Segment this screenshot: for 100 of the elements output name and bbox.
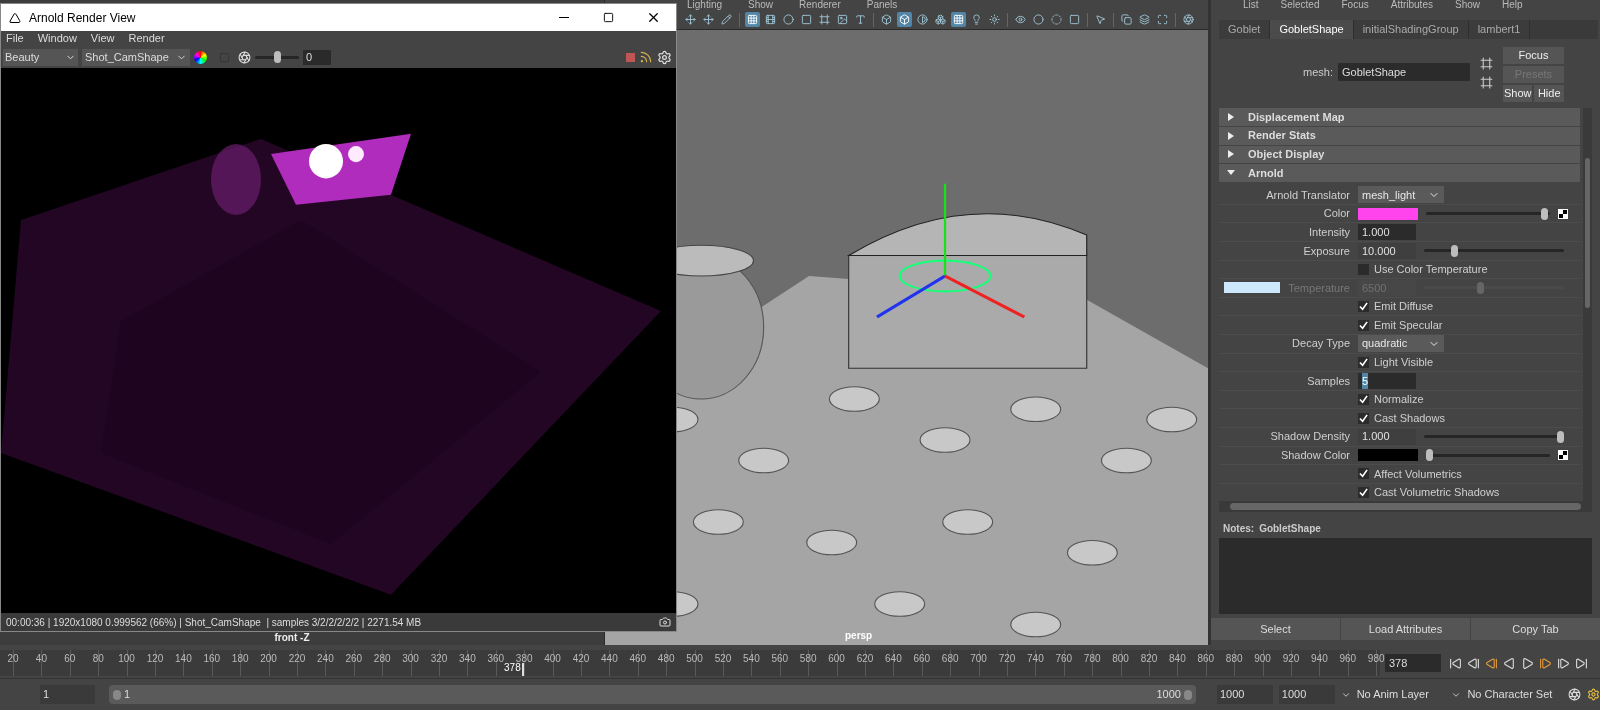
aperture-icon[interactable]: [1568, 688, 1582, 701]
anim-layer-dropdown[interactable]: No Anim Layer: [1340, 685, 1446, 704]
slider[interactable]: [1424, 429, 1564, 444]
range-start-field[interactable]: 1: [40, 685, 95, 704]
slider-handle[interactable]: [1557, 430, 1564, 443]
button[interactable]: Load Attributes: [1341, 618, 1470, 640]
circles-tool[interactable]: [1031, 12, 1046, 27]
snapshot-icon[interactable]: [659, 616, 671, 628]
checker-icon[interactable]: [1558, 450, 1568, 461]
aperture-icon[interactable]: [238, 50, 251, 64]
section-header[interactable]: Displacement Map: [1219, 108, 1580, 126]
go-to-start-icon[interactable]: [1449, 656, 1462, 670]
slider[interactable]: [1424, 243, 1564, 258]
previous-key-icon[interactable]: [1485, 656, 1498, 670]
button[interactable]: Show: [1502, 85, 1533, 102]
grid-tool[interactable]: [745, 12, 760, 27]
number-field[interactable]: 1.000: [1358, 224, 1416, 241]
move-tool[interactable]: [683, 12, 698, 27]
checkbox[interactable]: [1358, 319, 1369, 331]
feed-icon[interactable]: [639, 50, 653, 64]
shadow-tool[interactable]: [987, 12, 1002, 27]
copy-tool[interactable]: [1119, 12, 1134, 27]
section-header[interactable]: Arnold: [1219, 164, 1580, 183]
scrollbar[interactable]: [1219, 501, 1592, 512]
dropdown[interactable]: mesh_light: [1358, 186, 1444, 204]
slider-handle[interactable]: [1426, 449, 1433, 462]
menu-item[interactable]: Focus: [1341, 0, 1369, 10]
cube-tool[interactable]: [879, 12, 894, 27]
play-icon[interactable]: [1521, 656, 1534, 670]
checkbox[interactable]: [1358, 468, 1369, 480]
go-to-end-icon[interactable]: [1575, 656, 1588, 670]
dropdown[interactable]: quadratic: [1358, 335, 1444, 353]
checkbox[interactable]: [1358, 263, 1369, 275]
exposure-field[interactable]: 0: [303, 49, 331, 65]
aperture-tool[interactable]: [1181, 12, 1196, 27]
step-back-icon[interactable]: [1467, 656, 1480, 670]
button[interactable]: Focus: [1502, 47, 1564, 64]
section-header[interactable]: Render Stats: [1219, 126, 1580, 145]
menu-item[interactable]: Render: [128, 30, 165, 47]
settings-icon[interactable]: [1587, 688, 1600, 701]
range-slider[interactable]: 1 1000: [108, 685, 1196, 704]
checker-tool[interactable]: [951, 12, 966, 27]
number-field[interactable]: 1.000: [1358, 428, 1416, 445]
button[interactable]: Hide: [1534, 85, 1564, 102]
settings-icon[interactable]: [657, 49, 672, 65]
pencil-tool[interactable]: [719, 12, 734, 27]
range-end-field[interactable]: 1000: [1216, 685, 1273, 704]
menu-item[interactable]: View: [90, 30, 115, 47]
move-gizmo-drawing[interactable]: [876, 183, 1026, 319]
layers-tool[interactable]: [1137, 12, 1152, 27]
menu-item[interactable]: List: [1243, 0, 1259, 10]
select-tool[interactable]: [1093, 12, 1108, 27]
slider[interactable]: [1426, 448, 1550, 463]
slider[interactable]: [1426, 206, 1550, 221]
square-tool[interactable]: [799, 12, 814, 27]
circle-tool[interactable]: [781, 12, 796, 27]
slider[interactable]: [255, 50, 299, 64]
tab[interactable]: GobletShape: [1270, 20, 1354, 39]
image-tool[interactable]: [835, 12, 850, 27]
number-field[interactable]: 5: [1358, 372, 1416, 389]
film-tool[interactable]: [763, 12, 778, 27]
menu-item[interactable]: Attributes: [1390, 0, 1433, 10]
next-key-icon[interactable]: [1539, 656, 1552, 670]
half-circle-tool[interactable]: [915, 12, 930, 27]
step-forward-icon[interactable]: [1557, 656, 1570, 670]
slider-handle[interactable]: [1540, 207, 1548, 220]
checkbox[interactable]: [1358, 487, 1369, 498]
menu-item[interactable]: Selected: [1280, 0, 1320, 10]
checkbox[interactable]: [1358, 301, 1369, 313]
node-name-field[interactable]: GobletShape: [1337, 63, 1470, 81]
wire-cube-tool[interactable]: [933, 12, 948, 27]
checkbox[interactable]: [1358, 394, 1369, 405]
color-swatch[interactable]: [1358, 207, 1418, 220]
menu-item[interactable]: Show: [748, 0, 774, 10]
checker-icon[interactable]: [1558, 208, 1568, 219]
play-backward-icon[interactable]: [1503, 656, 1516, 670]
slider-handle[interactable]: [1450, 244, 1458, 257]
menu-item[interactable]: Lighting: [687, 0, 723, 10]
button[interactable]: Copy Tab: [1471, 618, 1600, 640]
scrollbar[interactable]: [1583, 108, 1592, 501]
current-frame-field[interactable]: 378: [1385, 654, 1441, 672]
menu-item[interactable]: Renderer: [799, 0, 841, 10]
character-set-dropdown[interactable]: No Character Set: [1451, 685, 1567, 704]
slider-handle[interactable]: [273, 51, 281, 63]
number-field[interactable]: 10.000: [1358, 242, 1416, 259]
color-swatch[interactable]: [1358, 449, 1418, 462]
notes-field[interactable]: [1219, 538, 1592, 614]
color-wheel-icon[interactable]: [194, 50, 207, 64]
menu-item[interactable]: Help: [1502, 0, 1523, 10]
checkbox[interactable]: [1358, 412, 1369, 424]
menu-item[interactable]: Panels: [866, 0, 898, 10]
menu-item[interactable]: File: [6, 30, 24, 47]
button[interactable]: Select: [1211, 618, 1340, 640]
range-end-field[interactable]: 1000: [1278, 685, 1335, 704]
menu-item[interactable]: Window: [37, 30, 77, 47]
menu-item[interactable]: Show: [1454, 0, 1480, 10]
dark-square-tool[interactable]: [1067, 12, 1082, 27]
slider[interactable]: [1424, 280, 1564, 295]
checkbox[interactable]: [1358, 356, 1369, 368]
text-tool[interactable]: [853, 12, 868, 27]
